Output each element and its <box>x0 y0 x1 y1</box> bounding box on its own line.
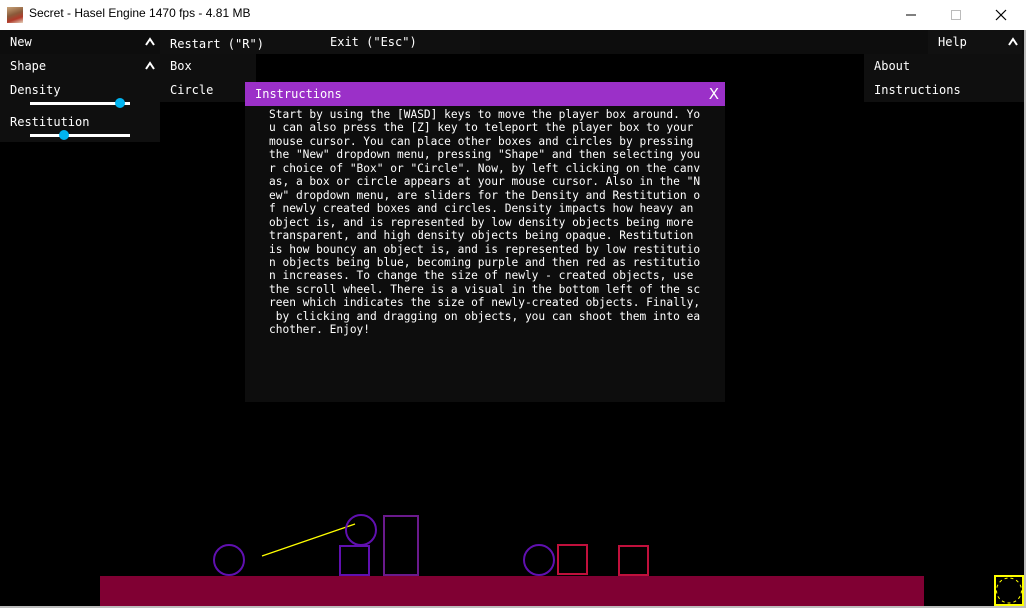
help-item-instructions[interactable]: Instructions <box>874 83 961 97</box>
dialog-line: f newly created boxes and circles. Densi… <box>269 202 694 216</box>
dialog-line: Start by using the [WASD] keys to move t… <box>269 108 701 121</box>
size-indicator-frame <box>994 575 1024 606</box>
dialog-line: as, a box or circle appears at your mous… <box>269 175 701 189</box>
menu-help-label: Help <box>938 35 967 49</box>
dialog-close-button[interactable]: X <box>709 85 719 103</box>
dialog-line: object is, and is represented by low den… <box>269 215 694 229</box>
menu-new-label: New <box>10 35 32 49</box>
shape-option-box[interactable]: Box <box>170 59 192 73</box>
dialog-line: is how bouncy an object is, and is repre… <box>269 242 701 256</box>
box-red-2[interactable] <box>618 545 649 576</box>
shape-option-circle[interactable]: Circle <box>170 83 213 97</box>
new-dropdown: Shape Density Restitution <box>0 54 160 142</box>
restart-button[interactable]: Restart ("R") <box>170 37 264 51</box>
chevron-up-icon <box>145 37 155 46</box>
instructions-dialog: Instructions X Start by using the [WASD]… <box>245 82 725 402</box>
restitution-slider[interactable] <box>30 134 130 137</box>
shape-submenu-toggle[interactable]: Shape <box>0 54 160 76</box>
window-titlebar: Secret - Hasel Engine 1470 fps - 4.81 MB <box>0 0 1026 30</box>
dialog-line: ew" dropdown menu, are sliders for the D… <box>269 188 701 202</box>
ground-platform <box>100 576 924 606</box>
dialog-line: the scroll wheel. There is a visual in t… <box>269 282 701 296</box>
dialog-line: the "New" dropdown menu, pressing "Shape… <box>269 148 701 162</box>
dialog-line: by clicking and dragging on objects, you… <box>269 309 701 323</box>
restitution-label: Restitution <box>10 115 90 129</box>
dialog-line: transparent, and high density objects be… <box>269 229 694 243</box>
shape-submenu: Box Circle <box>160 54 256 102</box>
circle-right[interactable] <box>523 544 555 576</box>
circle-stacked[interactable] <box>345 514 377 546</box>
maximize-button[interactable] <box>933 0 979 30</box>
box-tall-violet[interactable] <box>383 515 419 576</box>
shape-label: Shape <box>10 59 47 73</box>
density-slider-thumb[interactable] <box>115 98 125 108</box>
chevron-up-icon <box>145 61 155 70</box>
help-item-about[interactable]: About <box>874 59 910 73</box>
menu-actions: Restart ("R") Exit ("Esc") <box>160 30 480 54</box>
density-label: Density <box>10 83 61 97</box>
exit-button[interactable]: Exit ("Esc") <box>330 35 417 49</box>
window-title: Secret - Hasel Engine 1470 fps - 4.81 MB <box>29 6 251 20</box>
size-indicator-circle <box>996 577 1022 604</box>
dialog-header[interactable]: Instructions X <box>245 82 725 106</box>
close-icon <box>995 9 1007 21</box>
help-dropdown: About Instructions <box>864 54 1024 102</box>
box-red-1[interactable] <box>557 544 588 575</box>
menu-new[interactable]: New <box>0 30 160 54</box>
box-small-purple[interactable] <box>339 545 370 576</box>
restitution-slider-thumb[interactable] <box>59 130 69 140</box>
dialog-line: reen which indicates the size of newly-c… <box>269 296 701 310</box>
maximize-icon <box>951 10 961 20</box>
dialog-line: r choice of "Box" or "Circle". Now, by l… <box>269 161 701 175</box>
app-icon <box>7 7 23 23</box>
minimize-icon <box>906 14 916 16</box>
dialog-line: n objects being blue, becoming purple an… <box>269 255 701 269</box>
dialog-line: n increases. To change the size of newly… <box>269 269 694 283</box>
minimize-button[interactable] <box>888 0 934 30</box>
chevron-up-icon <box>1008 37 1018 46</box>
dialog-title: Instructions <box>255 87 342 101</box>
dialog-line: mouse cursor. You can place other boxes … <box>269 134 694 148</box>
dialog-line: u can also press the [Z] key to teleport… <box>269 121 694 135</box>
dialog-body-text: Start by using the [WASD] keys to move t… <box>269 108 719 337</box>
menu-help[interactable]: Help <box>928 30 1022 54</box>
size-indicator <box>994 575 1024 606</box>
close-window-button[interactable] <box>978 0 1024 30</box>
drag-line <box>261 523 356 557</box>
dialog-line: chother. Enjoy! <box>269 323 371 337</box>
game-canvas[interactable]: New Restart ("R") Exit ("Esc") Shape Den… <box>0 30 1024 608</box>
circle-left[interactable] <box>213 544 245 576</box>
